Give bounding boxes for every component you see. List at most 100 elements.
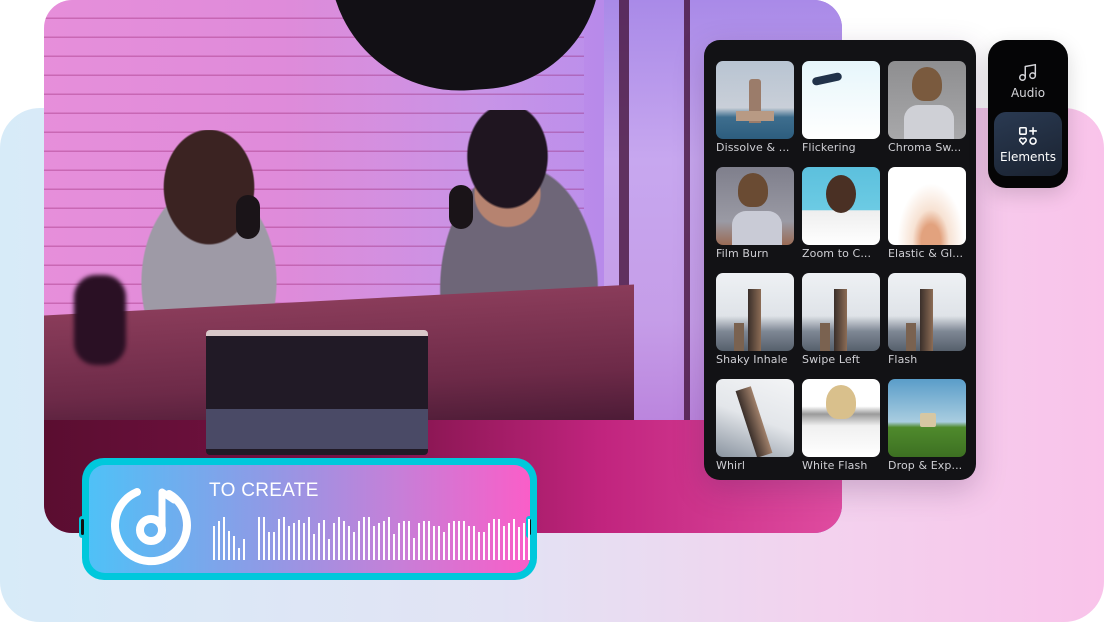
waveform-bar	[328, 538, 330, 560]
waveform-bar	[333, 523, 335, 560]
waveform-bar	[273, 531, 275, 560]
effect-thumbnail	[802, 379, 880, 457]
waveform-bar	[343, 521, 345, 560]
waveform-bar	[498, 518, 500, 560]
waveform-bar	[453, 521, 455, 560]
tool-panel: Audio Elements	[988, 40, 1068, 188]
effect-label: Elastic & Gl...	[888, 247, 964, 260]
laptop	[206, 330, 428, 455]
audio-tool-button[interactable]: Audio	[994, 48, 1062, 112]
audio-tool-label: Audio	[1010, 85, 1046, 100]
effect-thumbnail	[716, 167, 794, 245]
effect-tile[interactable]: Flash	[888, 273, 966, 379]
audio-track-body: TO CREATE	[79, 465, 533, 573]
effect-tile[interactable]: Dissolve & ...	[716, 61, 794, 167]
waveform-bar	[463, 521, 465, 560]
music-disc-icon	[111, 488, 191, 566]
waveform-bar	[383, 521, 385, 560]
waveform-bar	[308, 517, 310, 560]
waveform-bar	[353, 531, 355, 560]
waveform-bar	[298, 520, 300, 560]
effect-thumbnail	[888, 167, 966, 245]
effect-label: Zoom to C...	[802, 247, 872, 260]
waveform-bar	[338, 517, 340, 560]
waveform-bar	[528, 518, 530, 560]
effect-tile[interactable]: Drop & Exp...	[888, 379, 966, 485]
effect-thumbnail	[888, 61, 966, 139]
waveform-bar	[503, 525, 505, 560]
waveform-bar	[488, 523, 490, 560]
waveform-bar	[403, 521, 405, 560]
waveform-bar	[293, 523, 295, 560]
trim-handle-left[interactable]	[79, 516, 86, 538]
effect-tile[interactable]: Shaky Inhale	[716, 273, 794, 379]
effect-tile[interactable]: Zoom to C...	[802, 167, 880, 273]
waveform-bar	[348, 526, 350, 560]
effect-tile[interactable]: Film Burn	[716, 167, 794, 273]
effect-thumbnail	[888, 379, 966, 457]
audio-track-card[interactable]: TO CREATE	[79, 458, 537, 580]
waveform-bar	[318, 523, 320, 560]
waveform-bar	[418, 523, 420, 560]
effect-tile[interactable]: Swipe Left	[802, 273, 880, 379]
waveform-bar	[303, 523, 305, 560]
elements-icon	[1018, 126, 1038, 145]
waveform-bar	[438, 526, 440, 560]
waveform-bar	[433, 526, 435, 560]
effect-thumbnail	[716, 379, 794, 457]
microphone	[449, 185, 473, 229]
effect-tile[interactable]: Chroma Sw...	[888, 61, 966, 167]
waveform-bar	[513, 518, 515, 560]
microphone	[236, 195, 260, 239]
effect-tile[interactable]: Elastic & Gl...	[888, 167, 966, 273]
effect-tile[interactable]: Whirl	[716, 379, 794, 485]
waveform-bar	[363, 517, 365, 560]
waveform-bar	[243, 539, 245, 560]
waveform-bar	[428, 521, 430, 560]
waveform-bar	[323, 520, 325, 560]
effect-label: White Flash	[802, 459, 868, 472]
effect-thumbnail	[716, 273, 794, 351]
music-note-icon	[1019, 63, 1037, 81]
waveform-bar	[233, 536, 235, 560]
waveform-bar	[258, 517, 260, 560]
waveform-bar	[313, 534, 315, 560]
effect-thumbnail	[888, 273, 966, 351]
waveform-bar	[523, 523, 525, 560]
waveform-bar	[388, 517, 390, 560]
waveform-bar	[223, 517, 225, 560]
effect-thumbnail	[802, 61, 880, 139]
effect-label: Film Burn	[716, 247, 769, 260]
effect-label: Whirl	[716, 459, 745, 472]
waveform-bar	[408, 521, 410, 560]
elements-tool-button[interactable]: Elements	[994, 112, 1062, 176]
waveform-bar	[358, 521, 360, 560]
effect-label: Dissolve & ...	[716, 141, 790, 154]
waveform-bar	[228, 530, 230, 560]
effect-thumbnail	[802, 273, 880, 351]
waveform-bar	[213, 526, 215, 560]
effect-label: Shaky Inhale	[716, 353, 788, 366]
audio-waveform	[213, 517, 533, 560]
effects-panel: Dissolve & ... Flickering Chroma Sw... Film…	[704, 40, 976, 480]
effect-label: Chroma Sw...	[888, 141, 962, 154]
waveform-bar	[518, 527, 520, 560]
waveform-bar	[483, 531, 485, 560]
waveform-bar	[283, 517, 285, 560]
host-left	[104, 130, 314, 320]
waveform-bar	[448, 523, 450, 560]
waveform-bar	[238, 547, 240, 560]
waveform-bar	[268, 531, 270, 560]
effect-thumbnail	[716, 61, 794, 139]
waveform-bar	[443, 531, 445, 560]
waveform-bar	[508, 523, 510, 560]
waveform-bar	[468, 525, 470, 560]
waveform-bar	[398, 523, 400, 560]
waveform-bar	[393, 534, 395, 560]
waveform-bar	[493, 518, 495, 560]
waveform-bar	[218, 521, 220, 560]
effect-tile[interactable]: Flickering	[802, 61, 880, 167]
audio-track-title: TO CREATE	[209, 480, 319, 501]
effect-tile[interactable]: White Flash	[802, 379, 880, 485]
camera-foreground	[74, 275, 126, 365]
